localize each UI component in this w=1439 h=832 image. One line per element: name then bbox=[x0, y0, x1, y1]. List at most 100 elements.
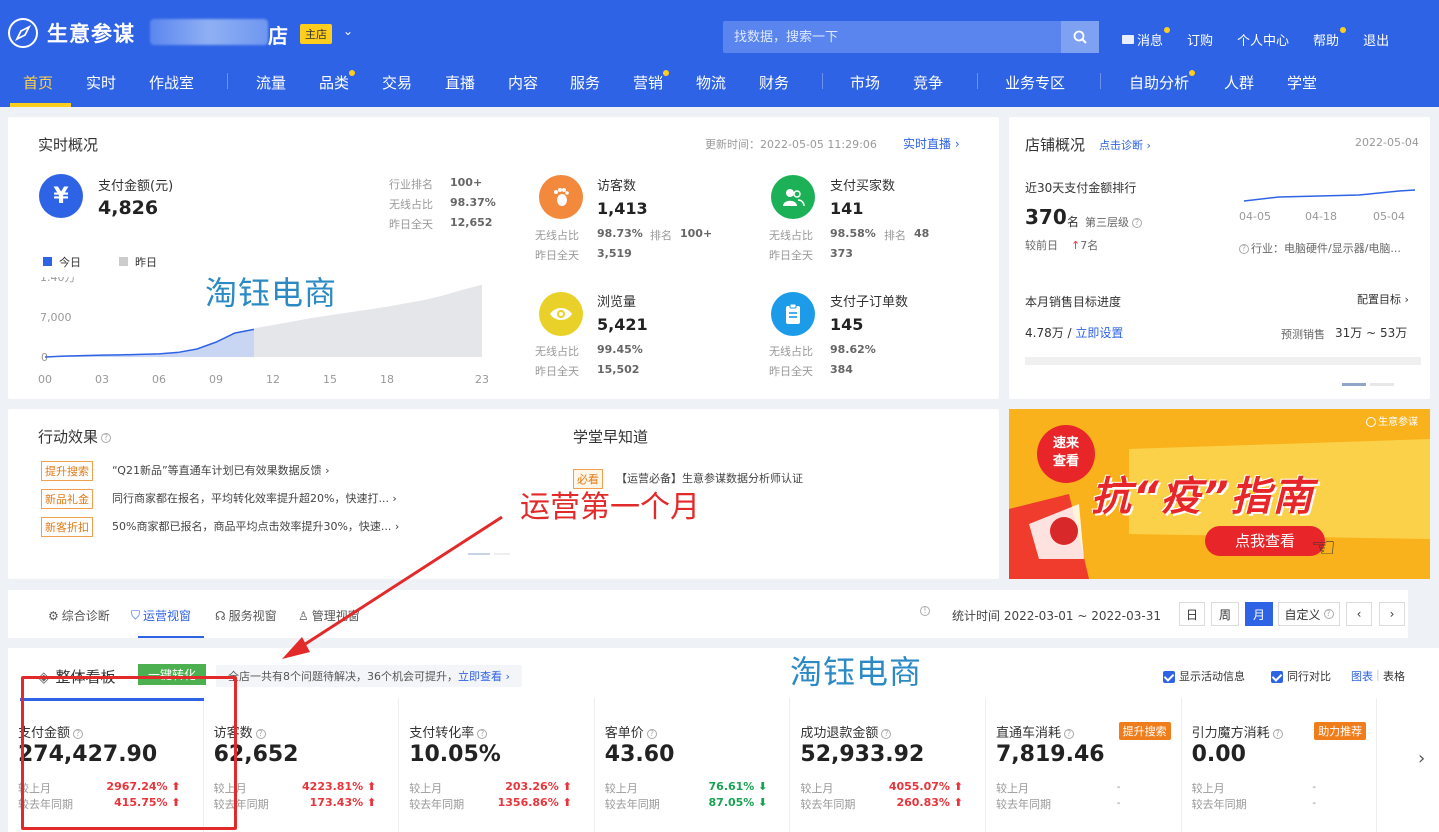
nav-school[interactable]: 学堂 bbox=[1287, 72, 1317, 93]
one-click-convert-button[interactable]: 一键转化 bbox=[138, 664, 207, 685]
visitors-yesterday-label: 昨日全天 bbox=[535, 249, 579, 262]
brand-name[interactable]: 生意参谋 bbox=[47, 18, 135, 48]
arrow-up-icon: ⬆ bbox=[167, 796, 181, 809]
diagnosis-icon: ⚙ bbox=[48, 608, 59, 623]
nav-category[interactable]: 品类 bbox=[319, 70, 356, 93]
live-link[interactable]: 实时直播 › bbox=[903, 135, 960, 152]
nav-marketing[interactable]: 营销 bbox=[633, 70, 670, 93]
help-icon[interactable]: ? bbox=[881, 728, 892, 739]
action-row-3[interactable]: 50%商家都已报名，商品平均点击效率提升30%，快速... › bbox=[112, 518, 399, 534]
kpi-yoy-label: 较去年同期 bbox=[409, 798, 465, 811]
school-title: 学堂早知道 bbox=[573, 428, 649, 446]
search-input[interactable] bbox=[723, 21, 1059, 53]
x-tick-label: 09 bbox=[209, 373, 223, 386]
carousel-dot[interactable] bbox=[494, 553, 510, 555]
board-notice[interactable]: 全店一共有8个问题待解决，36个机会可提升，立即查看 › bbox=[216, 665, 522, 687]
views-label: 浏览量 bbox=[597, 295, 637, 310]
carousel-dot[interactable] bbox=[1370, 383, 1394, 386]
tab-management-view[interactable]: ♙ 管理视窗 bbox=[298, 607, 360, 624]
views-yesterday-value: 15,502 bbox=[597, 363, 640, 376]
orders-wireless-value: 98.62% bbox=[830, 343, 876, 356]
goal-config-link[interactable]: 配置目标 › bbox=[1357, 291, 1409, 307]
view-table-toggle[interactable]: 表格 bbox=[1383, 668, 1405, 684]
nav-logistics[interactable]: 物流 bbox=[696, 72, 726, 93]
pointing-hand-icon: ☜ bbox=[1311, 531, 1337, 564]
nav-self-analysis[interactable]: 自助分析 bbox=[1129, 70, 1196, 93]
anti-epidemic-banner[interactable]: 生意参谋 速来 查看 抗“疫”指南 点我查看 ☜ bbox=[1009, 409, 1430, 579]
carousel-dot-active[interactable] bbox=[1342, 383, 1366, 386]
kpi-name: 成功退款金额? bbox=[800, 722, 892, 741]
x-tick-label: 23 bbox=[475, 373, 489, 386]
arrow-down-icon: ⬇ bbox=[754, 796, 768, 809]
kpi-name: 访客数? bbox=[214, 722, 266, 741]
kpi-card[interactable]: 支付金额? 274,427.90 较上月 较去年同期 2967.24% ⬆ 415.75%… bbox=[8, 698, 204, 832]
kpi-yoy-value: 260.83% ⬆ bbox=[896, 796, 963, 809]
kpi-mom-label: 较上月 bbox=[604, 782, 638, 795]
prev-period-button[interactable]: ‹ bbox=[1346, 602, 1372, 626]
nav-business-zone[interactable]: 业务专区 bbox=[1005, 72, 1065, 93]
nav-crowd[interactable]: 人群 bbox=[1224, 72, 1254, 93]
nav-competition[interactable]: 竞争 bbox=[913, 72, 943, 93]
search-button[interactable] bbox=[1061, 21, 1099, 53]
kpi-card[interactable]: 直通车消耗? 7,819.46 提升搜索 较上月 较去年同期 - - bbox=[986, 698, 1182, 832]
tab-overall-diagnosis[interactable]: ⚙ 综合诊断 bbox=[48, 607, 110, 624]
kpi-card[interactable]: 支付转化率? 10.05% 较上月 较去年同期 203.26% ⬆ 1356.86% ⬆ bbox=[399, 698, 595, 832]
kpi-card[interactable]: 访客数? 62,652 较上月 较去年同期 4223.81% ⬆ 173.43% ⬆ bbox=[204, 698, 400, 832]
pay-amount-value: 4,826 bbox=[98, 197, 159, 219]
action-effect-card: 行动效果? 提升搜索 “Q21新品”等直通车计划已有效果数据反馈 › 新品礼金 … bbox=[8, 409, 999, 579]
nav-trade[interactable]: 交易 bbox=[382, 72, 412, 93]
banner-cta-button[interactable]: 点我查看 bbox=[1205, 526, 1325, 556]
nav-home[interactable]: 首页 bbox=[23, 72, 53, 93]
tab-service-view[interactable]: ☊ 服务视窗 bbox=[215, 607, 277, 624]
tab-operations-view[interactable]: ⛉ 运营视窗 bbox=[131, 607, 191, 624]
nav-traffic[interactable]: 流量 bbox=[256, 72, 286, 93]
goal-set-link[interactable]: 立即设置 bbox=[1075, 326, 1123, 340]
orders-wireless-label: 无线占比 bbox=[769, 345, 813, 358]
nav-service[interactable]: 服务 bbox=[570, 72, 600, 93]
nav-content[interactable]: 内容 bbox=[508, 72, 538, 93]
diagnose-link[interactable]: 点击诊断 › bbox=[1099, 137, 1151, 153]
buyers-yesterday-label: 昨日全天 bbox=[769, 249, 813, 262]
show-activity-checkbox[interactable]: 显示活动信息 bbox=[1163, 668, 1245, 684]
subscribe-link[interactable]: 订购 bbox=[1187, 30, 1213, 49]
kpi-card[interactable]: 引力魔方消耗? 0.00 助力推荐 较上月 较去年同期 - - bbox=[1182, 698, 1378, 832]
buyers-label: 支付买家数 bbox=[830, 179, 896, 194]
action-row-2[interactable]: 同行商家都在报名，平均转化效率提升超20%，快速打... › bbox=[112, 490, 397, 506]
help-icon[interactable]: ? bbox=[255, 728, 266, 739]
peer-compare-checkbox[interactable]: 同行对比 bbox=[1271, 668, 1331, 684]
help-icon[interactable]: ? bbox=[1272, 728, 1283, 739]
help-icon[interactable]: ? bbox=[646, 728, 657, 739]
personal-center-link[interactable]: 个人中心 bbox=[1237, 30, 1289, 49]
help-icon[interactable]: ? bbox=[73, 728, 84, 739]
help-link[interactable]: 帮助 bbox=[1313, 27, 1347, 49]
carousel-dot-active[interactable] bbox=[468, 553, 490, 555]
kpi-card[interactable]: 客单价? 43.60 较上月 较去年同期 76.61% ⬇ 87.05% ⬇ bbox=[595, 698, 791, 832]
messages-link[interactable]: 消息 bbox=[1122, 27, 1171, 49]
kpi-next-arrow[interactable]: › bbox=[1418, 748, 1425, 769]
nav-war-room[interactable]: 作战室 bbox=[149, 72, 194, 93]
action-row-1[interactable]: “Q21新品”等直通车计划已有效果数据反馈 › bbox=[112, 462, 330, 478]
nav-realtime[interactable]: 实时 bbox=[86, 72, 116, 93]
date-tick-2: 04-18 bbox=[1305, 210, 1337, 223]
shop-switch-chevron-icon[interactable]: ⌄ bbox=[343, 24, 353, 38]
kpi-value: 274,427.90 bbox=[18, 742, 158, 767]
period-day[interactable]: 日 bbox=[1179, 602, 1205, 626]
nav-live[interactable]: 直播 bbox=[445, 72, 475, 93]
view-chart-toggle[interactable]: 图表 bbox=[1351, 668, 1373, 684]
next-period-button[interactable]: › bbox=[1379, 602, 1405, 626]
period-month[interactable]: 月 bbox=[1245, 602, 1273, 626]
kpi-yoy-label: 较去年同期 bbox=[1191, 798, 1247, 811]
nav-finance[interactable]: 财务 bbox=[759, 72, 789, 93]
compass-logo-icon[interactable] bbox=[8, 18, 38, 48]
nav-market[interactable]: 市场 bbox=[850, 72, 880, 93]
period-week[interactable]: 周 bbox=[1211, 602, 1239, 626]
period-custom[interactable]: 自定义? bbox=[1278, 602, 1340, 626]
help-icon[interactable]: ? bbox=[1064, 728, 1075, 739]
kpi-card[interactable]: 成功退款金额? 52,933.92 较上月 较去年同期 4055.07% ⬆ 260.83… bbox=[790, 698, 986, 832]
arrow-up-icon: ⬆ bbox=[167, 780, 181, 793]
info-icon[interactable]: ! bbox=[920, 606, 930, 616]
help-icon[interactable]: ? bbox=[477, 728, 488, 739]
tab-active-indicator bbox=[138, 636, 204, 638]
visitors-rank-value: 100+ bbox=[680, 227, 713, 240]
logout-link[interactable]: 退出 bbox=[1363, 30, 1389, 49]
